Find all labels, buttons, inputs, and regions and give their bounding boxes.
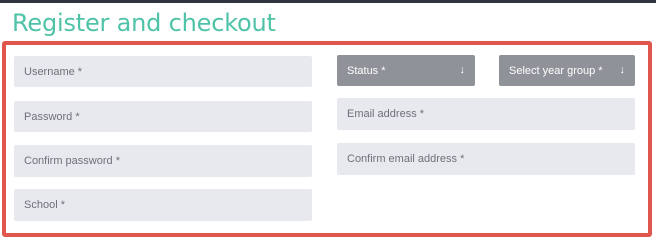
school-placeholder: School * [24, 199, 65, 211]
username-field[interactable]: Username * [14, 56, 312, 87]
status-select[interactable]: Status * ↓ [337, 55, 475, 86]
year-group-select[interactable]: Select year group * ↓ [499, 55, 635, 86]
confirm-password-field[interactable]: Confirm password * [14, 145, 312, 177]
email-field[interactable]: Email address * [337, 98, 635, 130]
year-group-select-label: Select year group * [509, 64, 603, 77]
password-placeholder: Password * [24, 110, 80, 123]
confirm-email-placeholder: Confirm email address * [347, 153, 465, 165]
username-placeholder: Username * [24, 65, 83, 78]
confirm-password-placeholder: Confirm password * [24, 155, 120, 167]
confirm-email-field[interactable]: Confirm email address * [337, 143, 635, 175]
chevron-down-icon: ↓ [459, 64, 466, 76]
status-select-label: Status * [347, 64, 386, 77]
chevron-down-icon: ↓ [619, 64, 626, 76]
password-field[interactable]: Password * [14, 101, 312, 132]
email-placeholder: Email address * [347, 108, 425, 120]
page-title: Register and checkout [12, 9, 276, 37]
school-field[interactable]: School * [14, 189, 312, 221]
top-rule [0, 0, 656, 3]
